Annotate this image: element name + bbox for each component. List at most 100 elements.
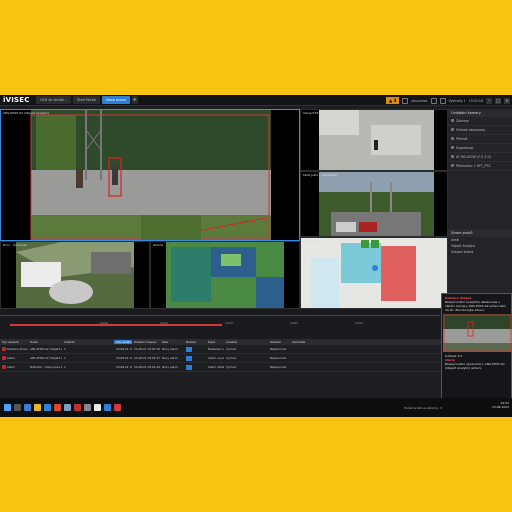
ivisec-icon[interactable] xyxy=(74,404,81,411)
close-button[interactable]: × xyxy=(504,97,510,104)
row-camera: Detector - Sopronova 2 xyxy=(30,365,62,369)
camera-tile-main[interactable]: ANS-PH05-02 (Objekt Analytic) xyxy=(0,109,300,241)
col-comment[interactable]: Komentar xyxy=(290,340,316,344)
row-preview[interactable] xyxy=(184,355,206,361)
app-icon[interactable] xyxy=(64,404,71,411)
event-snapshot[interactable] xyxy=(443,314,512,352)
row-contact: Bezpecnost xyxy=(270,356,287,360)
timeline-mark: 19:03 xyxy=(290,321,299,325)
camera-label: Vstup PTZ xyxy=(303,111,319,115)
row-last: 23.08.22 19:01:57 xyxy=(134,356,160,360)
tree-item[interactable]: Vstupní brána xyxy=(448,249,512,255)
application-window: iVISEC OCR ke skrble... Start Portal Nov… xyxy=(0,95,512,417)
row-location: Vychod xyxy=(226,365,237,369)
edge-icon[interactable] xyxy=(24,404,31,411)
preview-icon xyxy=(186,346,192,352)
taskbar-clock: 19:02 23.08.2022 xyxy=(492,401,509,409)
camera-tile-drone[interactable]: Dron - Šmírovec xyxy=(0,241,150,309)
user-icon[interactable] xyxy=(402,97,409,104)
minimize-button[interactable]: – xyxy=(486,97,492,104)
col-type[interactable]: Typ udalosti xyxy=(0,340,28,344)
alarm-icon xyxy=(2,365,6,369)
alarm-icon xyxy=(2,347,6,351)
camera-tile-backup[interactable]: Záloha xyxy=(150,241,300,309)
camera-label: ANS-PH05-02 (Objekt Analytic) xyxy=(3,111,50,115)
clock: 19:02:18 xyxy=(468,98,483,103)
col-preview[interactable]: Nahled xyxy=(184,340,206,344)
timeline-ruler xyxy=(0,315,440,323)
row-camera: ANS-PH05-02 (Objekt Analytic) xyxy=(30,347,62,351)
alarm-icon xyxy=(2,356,6,360)
table-row[interactable]: Alarm Detector - Sopronova 2 1 23.08.22 … xyxy=(0,363,441,372)
table-row[interactable]: Detekce zbrane ANS-PH05-02 (Objekt Analy… xyxy=(0,345,441,354)
camera-tile-ptz[interactable]: Vstup PTZ xyxy=(300,109,448,171)
timeline-mark: 19:02 xyxy=(225,321,234,325)
panel-title: Ovládání kamery xyxy=(448,109,512,117)
user-name: ptruzmiov xyxy=(411,98,428,103)
panel-item-preset[interactable]: Předvolba: 1 RFT_PTZ xyxy=(448,162,512,171)
camera-label: Most Južní - parkoviště xyxy=(303,173,337,177)
windows-taskbar: Počet prvků ve stromu: 3 19:02 23.08.202… xyxy=(0,398,512,417)
office-icon[interactable] xyxy=(54,404,61,411)
tab-start-portal[interactable]: Start Portal xyxy=(73,96,101,104)
site-map xyxy=(301,238,447,308)
alarm-count-badge[interactable]: ▲ 3 xyxy=(386,97,400,104)
col-element[interactable]: Prvek xyxy=(28,340,62,344)
panel-spacer xyxy=(448,171,512,229)
camera-label: Záloha xyxy=(153,243,164,247)
panel-item-record[interactable]: Záznam xyxy=(448,117,512,126)
start-icon[interactable] xyxy=(4,404,11,411)
row-contact: Bezpecnost xyxy=(270,365,287,369)
timeline-mark: 19:04 xyxy=(355,321,364,325)
panel-item-ptz[interactable]: AF RELATIVE (P 0 Z 0) xyxy=(448,153,512,162)
col-location[interactable]: Lokalita xyxy=(224,340,268,344)
row-location: Vychod xyxy=(226,347,237,351)
row-time: 23.08.22 19:01:57 xyxy=(116,356,132,360)
col-time[interactable]: Cas vzniku xyxy=(114,339,132,344)
maximize-button[interactable]: □ xyxy=(495,97,501,104)
preview-icon xyxy=(186,364,192,370)
panel-item-snapshot[interactable]: Snímek obrazovky xyxy=(448,126,512,135)
col-event[interactable]: Udalost xyxy=(62,340,114,344)
camera-feed-backup xyxy=(166,242,284,308)
camera-label: Dron - Šmírovec xyxy=(3,243,28,247)
notification-icon[interactable] xyxy=(439,97,446,104)
folder-icon[interactable] xyxy=(34,404,41,411)
col-desc[interactable]: Popis xyxy=(206,340,224,344)
table-row[interactable]: Alarm ANS-PH05-02 (Objekt Analytic) 1 23… xyxy=(0,354,441,363)
search-icon[interactable] xyxy=(14,404,21,411)
col-last[interactable]: Posledni hlaseni xyxy=(132,340,160,344)
app-icon[interactable] xyxy=(94,404,101,411)
row-contact: Bezpecnost xyxy=(270,347,287,351)
event-popup-body: Detekce zbraně Bezpečnostní analytika de… xyxy=(442,294,511,314)
app-icon[interactable] xyxy=(84,404,91,411)
event-popup[interactable]: Detekce zbraně Bezpečnostní analytika de… xyxy=(441,293,512,413)
top-bar: iVISEC OCR ke skrble... Start Portal Nov… xyxy=(0,95,512,106)
panel-item-play[interactable]: Přehrát xyxy=(448,135,512,144)
timeline[interactable]: 19:00 19:01 19:02 19:03 19:04 xyxy=(0,309,448,339)
camera-feed-ptz xyxy=(319,110,434,170)
row-last: 23.08.22 19:01:49 xyxy=(134,365,160,369)
app-icon[interactable] xyxy=(104,404,111,411)
row-count: 1 xyxy=(64,365,66,369)
row-camera: ANS-PH05-02 (Objekt Analytic) xyxy=(30,356,62,360)
timeline-recording-bar xyxy=(10,324,222,326)
settings-icon[interactable] xyxy=(430,97,437,104)
mail-icon[interactable] xyxy=(44,404,51,411)
row-desc: Nebezpecna zbran ANS-PH05-02 (Objekt Ana… xyxy=(208,347,224,351)
tree-title: Strom prvků xyxy=(448,229,512,237)
row-count: 1 xyxy=(64,347,66,351)
row-preview[interactable] xyxy=(184,364,206,370)
panel-item-export[interactable]: Exportovat xyxy=(448,144,512,153)
tab-new-scene[interactable]: Nova scena xyxy=(102,96,130,104)
add-tab-button[interactable]: + xyxy=(131,96,138,104)
camera-feed-main xyxy=(30,110,271,240)
camera-tile-parking[interactable]: Most Južní - parkoviště xyxy=(300,171,448,237)
map-tile[interactable]: Mapa areálu xyxy=(300,237,448,309)
alarm-count: 3 xyxy=(393,98,397,103)
col-state[interactable]: Stav xyxy=(160,340,184,344)
tab-ocr[interactable]: OCR ke skrble... xyxy=(36,96,72,104)
row-preview[interactable] xyxy=(184,346,206,352)
col-contact[interactable]: Kontakt xyxy=(268,340,290,344)
app-icon[interactable] xyxy=(114,404,121,411)
